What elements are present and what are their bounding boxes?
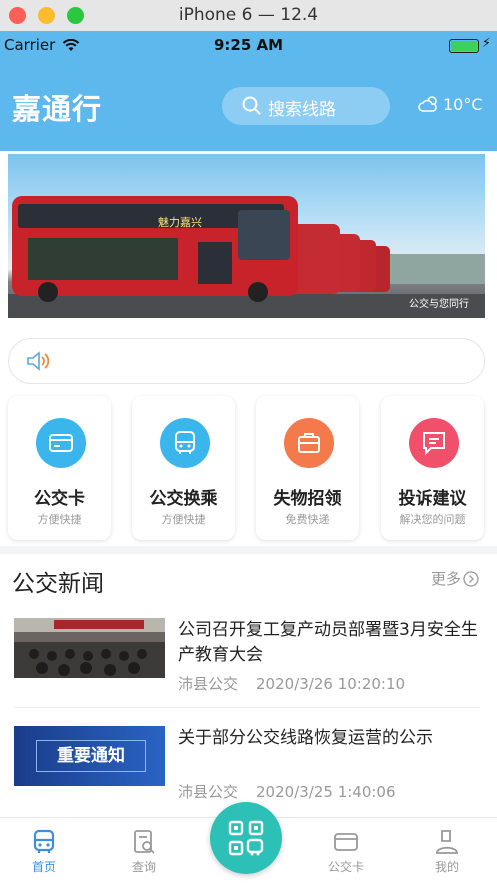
simulator-title-bar: iPhone 6 — 12.4: [0, 0, 497, 32]
service-subtitle: 方便快捷: [161, 513, 206, 526]
scan-ride-button[interactable]: [210, 802, 282, 874]
service-card-lost-found[interactable]: 失物招领 免费快递: [256, 396, 359, 540]
tab-label: 我的: [434, 860, 459, 874]
home-content: 魅力嘉兴 公交与您同行 公交卡 方便快捷 公交换乘 方便快捷 失物招领 免费快递: [0, 151, 497, 817]
service-name: 公交换乘: [149, 489, 218, 509]
service-name: 投诉建议: [398, 489, 467, 509]
news-headline: 公司召开复工复产动员部署暨3月安全生产教育大会: [178, 620, 478, 665]
service-name: 公交卡: [34, 489, 85, 509]
service-subtitle: 免费快递: [285, 513, 330, 526]
news-meta: 沛县公交 2020/3/25 1:40:06: [178, 781, 414, 802]
section-divider: [0, 546, 497, 554]
service-card-transfer[interactable]: 公交换乘 方便快捷: [132, 396, 235, 540]
app-header: Carrier 9:25 AM ⚡ 嘉通行 搜索线路 10°C: [0, 31, 497, 151]
chevron-right-icon: [463, 571, 479, 587]
bus-fleet-image: 魅力嘉兴: [8, 196, 485, 318]
route-search-box[interactable]: 搜索线路: [222, 87, 390, 125]
news-thumbnail: 重要通知: [14, 726, 165, 786]
tab-label: 查询: [131, 860, 156, 874]
news-source: 沛县公交: [178, 675, 239, 693]
promo-banner[interactable]: 魅力嘉兴 公交与您同行: [8, 154, 485, 318]
charging-icon: ⚡: [481, 36, 491, 51]
status-time: 9:25 AM: [213, 36, 284, 54]
service-card-complaint[interactable]: 投诉建议 解决您的问题: [381, 396, 484, 540]
weather-temperature: 10°C: [443, 95, 483, 114]
bus-icon: [160, 418, 210, 468]
status-bar: Carrier 9:25 AM ⚡: [0, 31, 497, 59]
news-headline: 关于部分公交线路恢复运营的公示: [178, 728, 433, 748]
briefcase-icon: [284, 418, 334, 468]
banner-watermark: 公交与您同行: [409, 299, 469, 310]
qr-code-icon: [228, 820, 264, 856]
news-divider: [14, 707, 480, 708]
tab-query[interactable]: 查询: [104, 828, 184, 875]
news-meta: 沛县公交 2020/3/26 10:20:10: [178, 673, 423, 694]
service-name: 失物招领: [273, 489, 342, 509]
cloudy-sun-icon: [418, 96, 437, 112]
speaker-icon: [26, 351, 52, 375]
more-label: 更多: [430, 570, 461, 588]
tab-home[interactable]: 首页: [4, 828, 84, 875]
notice-thumb-text: 重要通知: [36, 740, 146, 772]
tab-bus-card[interactable]: 公交卡: [306, 828, 386, 875]
message-icon: [409, 418, 459, 468]
search-icon: [242, 96, 262, 120]
card-icon: [334, 833, 358, 851]
battery-icon: [449, 39, 479, 53]
tab-label: 首页: [31, 860, 56, 874]
news-item[interactable]: 公司召开复工复产动员部署暨3月安全生产教育大会 沛县公交 2020/3/26 10…: [14, 618, 482, 708]
bus-card-icon: [36, 418, 86, 468]
simulator-title: iPhone 6 — 12.4: [178, 5, 319, 25]
announcement-bar[interactable]: [8, 338, 485, 384]
weather-display: 10°C: [417, 95, 483, 114]
service-subtitle: 解决您的问题: [399, 513, 466, 526]
search-placeholder: 搜索线路: [268, 100, 336, 120]
news-thumbnail: [14, 618, 165, 678]
bus-side-text: 魅力嘉兴: [158, 215, 202, 229]
news-time: 2020/3/26 10:20:10: [256, 675, 406, 693]
service-card-bus-card[interactable]: 公交卡 方便快捷: [8, 396, 111, 540]
user-icon: [436, 830, 458, 854]
tab-mine[interactable]: 我的: [407, 828, 487, 875]
news-source: 沛县公交: [178, 783, 239, 801]
app-title: 嘉通行: [12, 92, 103, 126]
tab-label: 公交卡: [327, 860, 364, 874]
news-more-link[interactable]: 更多: [431, 568, 479, 589]
bus-icon: [33, 829, 55, 853]
service-subtitle: 方便快捷: [37, 513, 82, 526]
news-section-title: 公交新闻: [12, 571, 104, 597]
news-time: 2020/3/25 1:40:06: [256, 783, 396, 801]
document-search-icon: [134, 830, 155, 854]
